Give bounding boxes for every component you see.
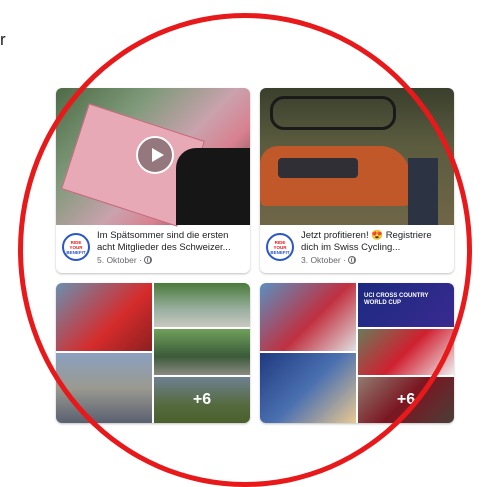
glove-image [176, 148, 250, 225]
gallery-photo[interactable] [260, 353, 356, 423]
gallery-photo[interactable] [260, 283, 356, 351]
car-window [278, 158, 358, 178]
more-count: +6 [154, 377, 250, 423]
gallery-photo-more[interactable]: +6 [358, 377, 454, 423]
banner-text: UCI CROSS COUNTRY WORLD CUP [364, 293, 429, 306]
post-card-2[interactable]: RIDE YOUR BENEFIT Jetzt profitieren! 😍 R… [260, 88, 454, 273]
post-meta: RIDE YOUR BENEFIT Jetzt profitieren! 😍 R… [260, 225, 454, 273]
gallery-photo-banner[interactable]: UCI CROSS COUNTRY WORLD CUP [358, 283, 454, 327]
more-count: +6 [358, 377, 454, 423]
bike-image [270, 96, 396, 130]
date-label: 3. Oktober · [301, 255, 349, 265]
date-label: 5. Oktober · [97, 255, 145, 265]
post-card-1[interactable]: RIDE YOUR BENEFIT Im Spätsommer sind die… [56, 88, 250, 273]
globe-icon [144, 256, 153, 264]
gallery-photo[interactable] [358, 329, 454, 375]
partial-text: r [0, 30, 6, 49]
gallery-photo[interactable] [154, 283, 250, 327]
post-image[interactable] [260, 88, 454, 225]
gallery-photo[interactable] [56, 283, 152, 351]
post-date[interactable]: 5. Oktober · [97, 255, 153, 265]
photo-gallery-2[interactable]: UCI CROSS COUNTRY WORLD CUP +6 [260, 283, 454, 423]
gallery-photo[interactable] [154, 329, 250, 375]
post-text[interactable]: Im Spätsommer sind die ersten acht Mitgl… [97, 230, 244, 254]
ride-your-benefit-logo: RIDE YOUR BENEFIT [266, 233, 294, 261]
globe-icon [348, 256, 357, 264]
post-meta: RIDE YOUR BENEFIT Im Spätsommer sind die… [56, 225, 250, 273]
photo-gallery-1[interactable]: +6 [56, 283, 250, 423]
gallery-photo-more[interactable]: +6 [154, 377, 250, 423]
post-date[interactable]: 3. Oktober · [301, 255, 357, 265]
ride-your-benefit-logo: RIDE YOUR BENEFIT [62, 233, 90, 261]
gallery-photo[interactable] [56, 353, 152, 423]
logo-text: BENEFIT [66, 249, 86, 255]
video-thumbnail[interactable] [56, 88, 250, 227]
post-text[interactable]: Jetzt profitieren! 😍 Registriere dich im… [301, 230, 448, 254]
play-icon[interactable] [136, 136, 174, 174]
person-image [408, 158, 438, 225]
logo-text: BENEFIT [270, 249, 290, 255]
